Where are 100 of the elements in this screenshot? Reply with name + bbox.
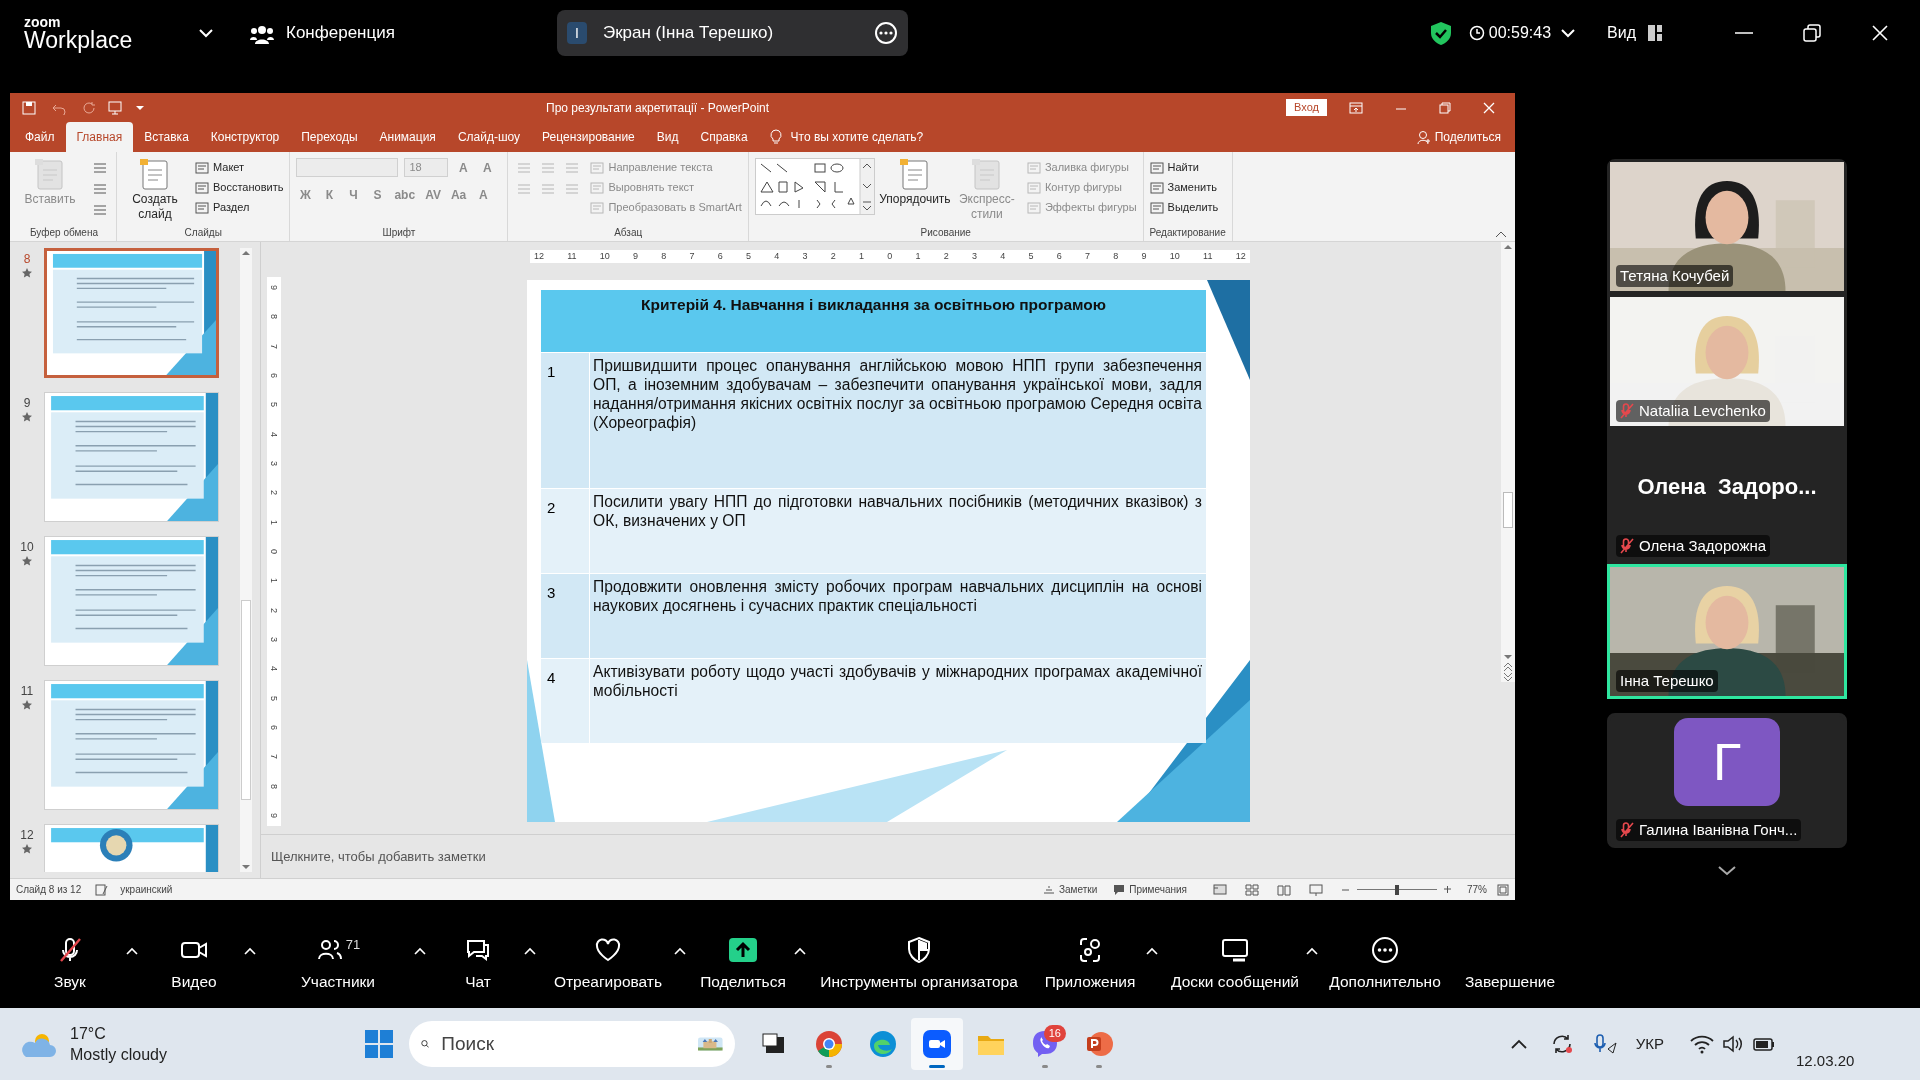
ruler-label: 0 <box>269 548 279 554</box>
normal-view-icon[interactable] <box>1213 884 1227 895</box>
restore-button[interactable] <box>1800 21 1824 45</box>
end-button[interactable]: Завершение <box>1450 934 1570 994</box>
window-title: Про результати акретитації - PowerPoint <box>546 99 770 117</box>
shield-icon <box>1428 20 1453 46</box>
ribbon-button[interactable]: Выделить <box>1149 198 1219 217</box>
microphone-icon[interactable] <box>1591 1033 1618 1055</box>
ribbon-button[interactable]: Найти <box>1149 158 1219 177</box>
notes-button[interactable]: Заметки <box>1043 882 1098 897</box>
ribbon-tab[interactable]: Файл <box>14 122 66 152</box>
reading-view-icon[interactable] <box>1277 883 1291 896</box>
redo-icon[interactable] <box>82 100 96 115</box>
language-indicator[interactable]: УКР <box>1635 1032 1664 1056</box>
ruler-label: 1 <box>859 249 865 263</box>
ribbon-button[interactable]: Макет <box>195 158 284 177</box>
search-input[interactable]: Поиск <box>441 1029 687 1059</box>
caret-up-icon <box>244 946 256 956</box>
apps-button[interactable]: Приложения <box>1030 934 1150 994</box>
slide-number: 8 <box>23 251 31 268</box>
presentation-icon[interactable] <box>108 100 122 115</box>
zoom-slider[interactable] <box>1357 884 1437 895</box>
slide-thumbnail[interactable] <box>44 248 219 378</box>
ruler-label: 7 <box>269 343 279 349</box>
share-button[interactable]: Поделиться <box>688 934 798 994</box>
lines-icon <box>541 160 556 175</box>
shield-icon <box>905 935 933 964</box>
scroll-thumb[interactable] <box>1503 492 1513 528</box>
ribbon-tab[interactable]: Слайд-шоу <box>446 122 532 152</box>
lightbulb-icon <box>768 129 783 145</box>
share-button[interactable]: Поделиться <box>1416 122 1501 152</box>
ruler-label: 2 <box>943 249 949 263</box>
volume-icon[interactable] <box>1722 1033 1744 1055</box>
slide-sorter-icon[interactable] <box>1245 883 1259 896</box>
wifi-icon[interactable] <box>1690 1033 1714 1055</box>
ribbon-button[interactable]: Восстановить <box>195 178 284 197</box>
ribbon-tab[interactable]: Главная <box>65 122 134 152</box>
more-icon[interactable] <box>873 21 898 45</box>
logo-text: zoom <box>24 14 62 29</box>
save-icon[interactable] <box>22 100 36 115</box>
board-button[interactable]: Доски сообщений <box>1160 934 1310 994</box>
weather-widget[interactable]: 17°C Mostly cloudy <box>20 1023 167 1065</box>
group-label: Рисование <box>919 227 972 240</box>
ruler-label: 0 <box>887 249 893 263</box>
ruler-label: 9 <box>1141 249 1147 263</box>
lines-icon <box>93 181 107 196</box>
temperature: 17°C <box>70 1024 106 1044</box>
ribbon-button[interactable]: Создать слайд <box>123 158 187 222</box>
ribbon-tab[interactable]: Рецензирование <box>531 122 646 152</box>
ribbon-tab[interactable]: Переходы <box>290 122 369 152</box>
taskbar-app[interactable]: 16 <box>1018 1018 1071 1070</box>
table-cell: 3 <box>547 584 556 601</box>
chat-button[interactable]: Чат <box>428 934 528 994</box>
zoom-percentage[interactable]: 77% <box>1467 882 1487 897</box>
star-icon <box>22 700 32 710</box>
close-icon[interactable] <box>1483 101 1495 114</box>
search-bar[interactable]: Поиск <box>408 1021 735 1067</box>
notes-icon <box>1043 883 1055 896</box>
fit-slide-icon[interactable] <box>1497 883 1509 896</box>
comments-button[interactable]: Примечания <box>1113 882 1187 897</box>
ribbon-tab[interactable]: Вид <box>645 122 690 152</box>
table-cell: 4 <box>547 669 556 686</box>
tell-me-field[interactable]: Что вы хотите сделать? <box>768 122 924 152</box>
avatar: Г <box>1674 718 1780 806</box>
ruler-label: 8 <box>661 249 667 263</box>
command-icon <box>195 200 209 215</box>
ribbon-tab[interactable]: Анимация <box>368 122 447 152</box>
command-icon <box>1149 160 1164 175</box>
ruler-label: 4 <box>269 431 279 437</box>
caret-up-icon <box>126 946 138 956</box>
spelling-icon[interactable] <box>95 883 109 896</box>
zoom-in-button[interactable] <box>1443 885 1453 894</box>
scroll-thumb[interactable] <box>241 600 251 800</box>
ruler-label: 3 <box>269 460 279 466</box>
notes-placeholder[interactable]: Щелкните, чтобы добавить заметки <box>271 846 486 867</box>
view-button[interactable]: Вид <box>1607 21 1662 45</box>
meeting-info-button[interactable]: Конференция <box>250 20 395 46</box>
chevron-up-icon[interactable] <box>1509 1038 1528 1050</box>
table-cell: Продовжити оновлення змісту робочих програм навчальних дисциплін на основі наукових досягнень і сучасних практик спеціальності <box>593 577 1202 615</box>
ribbon-tab[interactable]: Конструктор <box>199 122 291 152</box>
participant-name: Тетяна Кочубей <box>1620 265 1730 286</box>
ribbon-tab[interactable]: Вставка <box>133 122 200 152</box>
slideshow-icon[interactable] <box>1309 883 1323 896</box>
ruler-label: 8 <box>269 314 279 320</box>
sign-in-button[interactable]: Вход <box>1286 99 1327 116</box>
more-button[interactable]: Дополнительно <box>1320 934 1450 994</box>
participants-button[interactable]: 71 Участники <box>258 934 418 994</box>
ribbon-button[interactable]: Раздел <box>195 198 284 217</box>
video-button[interactable]: Видео <box>140 934 248 994</box>
restore-icon[interactable] <box>1439 101 1451 114</box>
language-status[interactable]: украинский <box>120 882 173 897</box>
host-button[interactable]: Инструменты организатора <box>808 934 1030 994</box>
lines-icon <box>541 181 556 196</box>
ribbon-display-icon[interactable] <box>1349 100 1363 115</box>
group-label: Шрифт <box>381 227 417 240</box>
mic-button[interactable]: Звук <box>10 934 130 994</box>
react-button[interactable]: Отреагировать <box>538 934 678 994</box>
ribbon-tab[interactable]: Справка <box>689 122 759 152</box>
ribbon-button[interactable]: Заменить <box>1149 178 1219 197</box>
collapse-ribbon-button[interactable] <box>1495 229 1507 239</box>
